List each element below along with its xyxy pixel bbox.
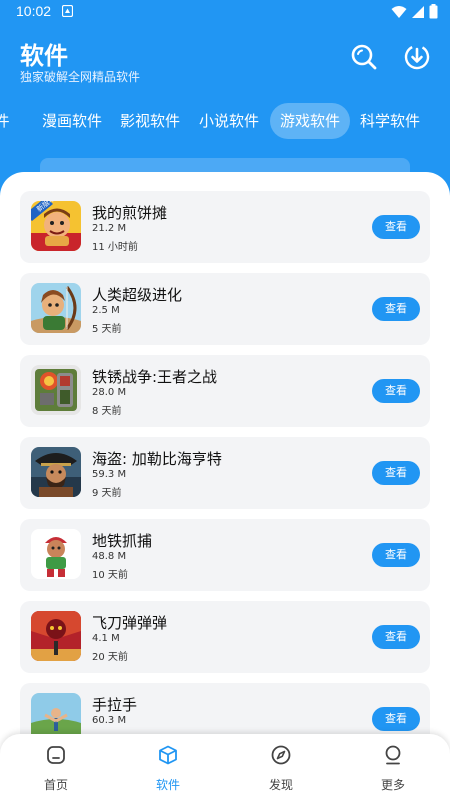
status-time: 10:02: [16, 3, 52, 19]
app-header: 软件 独家破解全网精品软件: [0, 24, 450, 100]
view-button[interactable]: 查看: [372, 297, 420, 321]
download-icon[interactable]: [402, 42, 432, 72]
app-size: 21.2 M: [92, 223, 127, 234]
list-item[interactable]: 铁锈战争:王者之战 28.0 M 8 天前 查看: [20, 355, 430, 427]
notification-icon: [62, 5, 73, 17]
nav-discover-label: 发现: [268, 778, 293, 792]
signal-icon: [412, 5, 424, 18]
list-item[interactable]: 飞刀弹弹弹 4.1 M 20 天前 查看: [20, 601, 430, 673]
status-bar: 10:02: [0, 0, 450, 24]
tab-software[interactable]: 件: [0, 103, 20, 139]
compass-icon: [271, 745, 291, 765]
nav-software-label: 软件: [155, 778, 180, 792]
bottom-nav: 首页 软件 发现 更多: [0, 734, 450, 800]
pancake-stall-game-icon: 新版本: [31, 201, 81, 251]
nav-home-label: 首页: [43, 778, 68, 792]
tab-science[interactable]: 科学软件: [358, 103, 422, 139]
page-subtitle: 独家破解全网精品软件: [20, 70, 141, 84]
wifi-icon: [391, 5, 407, 18]
nav-discover[interactable]: 发现: [225, 734, 337, 800]
app-size: 2.5 M: [92, 305, 120, 316]
rusted-warfare-game-icon: [31, 365, 81, 415]
app-updated-time: 9 天前: [92, 488, 122, 499]
search-icon[interactable]: [349, 42, 379, 72]
nav-more[interactable]: 更多: [337, 734, 449, 800]
app-name: 人类超级进化: [92, 286, 183, 304]
app-size: 4.1 M: [92, 633, 120, 644]
app-updated-time: 20 天前: [92, 652, 128, 663]
view-button[interactable]: 查看: [372, 379, 420, 403]
status-icons: [391, 4, 438, 19]
app-updated-time: 11 小时前: [92, 242, 138, 253]
home-icon: [47, 746, 65, 764]
view-button[interactable]: 查看: [372, 707, 420, 731]
app-name: 手拉手: [92, 696, 138, 714]
app-name: 铁锈战争:王者之战: [92, 368, 218, 386]
cube-icon: [159, 745, 177, 765]
view-button[interactable]: 查看: [372, 215, 420, 239]
app-updated-time: 5 天前: [92, 324, 122, 335]
flying-knife-game-icon: [31, 611, 81, 661]
app-updated-time: 8 天前: [92, 406, 122, 417]
archer-warrior-game-icon: [31, 283, 81, 333]
view-button[interactable]: 查看: [372, 543, 420, 567]
app-name: 地铁抓捕: [92, 532, 153, 550]
app-name: 海盗: 加勒比海亨特: [92, 450, 222, 468]
view-button[interactable]: 查看: [372, 461, 420, 485]
app-name: 飞刀弹弹弹: [92, 614, 168, 632]
pirate-captain-game-icon: [31, 447, 81, 497]
tab-games[interactable]: 游戏软件: [270, 103, 350, 139]
list-item[interactable]: 地铁抓捕 48.8 M 10 天前 查看: [20, 519, 430, 591]
battery-icon: [429, 4, 438, 19]
tab-comic[interactable]: 漫画软件: [40, 103, 104, 139]
nav-more-label: 更多: [380, 778, 405, 792]
nav-software[interactable]: 软件: [112, 734, 224, 800]
profile-icon: [385, 745, 401, 765]
tab-video[interactable]: 影视软件: [118, 103, 182, 139]
nav-home[interactable]: 首页: [0, 734, 112, 800]
subway-runner-game-icon: [31, 529, 81, 579]
category-tabs: 件 漫画软件 影视软件 小说软件 游戏软件 科学软件: [0, 102, 450, 142]
app-name: 我的煎饼摊: [92, 204, 168, 222]
app-size: 60.3 M: [92, 715, 127, 726]
view-button[interactable]: 查看: [372, 625, 420, 649]
app-updated-time: 10 天前: [92, 570, 128, 581]
app-size: 59.3 M: [92, 469, 127, 480]
tab-novel[interactable]: 小说软件: [197, 103, 261, 139]
list-item[interactable]: 新版本 我的煎饼摊 21.2 M 11 小时前 查看: [20, 191, 430, 263]
list-item[interactable]: 海盗: 加勒比海亨特 59.3 M 9 天前 查看: [20, 437, 430, 509]
list-item[interactable]: 人类超级进化 2.5 M 5 天前 查看: [20, 273, 430, 345]
app-size: 28.0 M: [92, 387, 127, 398]
page-title: 软件: [20, 42, 68, 70]
app-size: 48.8 M: [92, 551, 127, 562]
